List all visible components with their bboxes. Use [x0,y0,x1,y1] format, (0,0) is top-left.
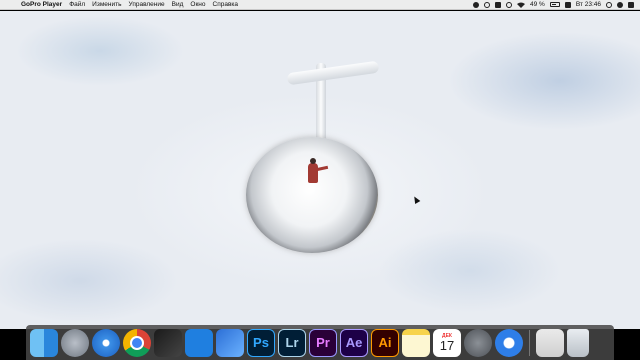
display-icon[interactable] [495,1,501,8]
menu-window[interactable]: Окно [190,1,205,8]
photoshop-icon[interactable]: Ps [247,328,275,357]
quik-desktop-icon[interactable] [216,328,244,357]
mouse-cursor-icon [411,194,421,205]
menu-edit[interactable]: Изменить [92,1,121,8]
battery-icon[interactable] [549,2,560,7]
cross-beam [286,60,380,86]
compass-icon[interactable] [92,328,120,357]
status-tray: 49 % Вт 23:46 [473,1,640,8]
trash-icon[interactable] [567,328,589,357]
bluetooth-icon[interactable] [506,1,512,8]
quik-icon[interactable] [185,328,213,357]
rocket-icon[interactable] [61,328,89,357]
battery-percent: 49 % [530,1,545,8]
calendar-icon[interactable]: ДЕК 17 [433,328,461,357]
video-canvas[interactable] [0,11,640,329]
menu-playback[interactable]: Управление [129,1,165,8]
notes-icon[interactable] [402,328,430,357]
input-source-icon[interactable] [564,1,571,8]
menu-help[interactable]: Справка [213,1,239,8]
quik-player-icon[interactable] [495,328,523,357]
chrome-icon[interactable] [123,328,151,357]
calendar-day: 17 [439,337,455,353]
preview-icon[interactable] [536,328,564,357]
wifi-icon[interactable] [517,2,525,8]
after-effects-icon[interactable]: Ae [340,328,368,357]
dock-separator [529,329,530,356]
person-figure [308,158,318,183]
user-icon[interactable] [617,1,623,8]
illustrator-icon[interactable]: Ai [371,328,399,357]
finder-icon[interactable] [30,328,58,357]
dock: Ps Lr Pr Ae Ai ДЕК 17 [26,325,614,360]
clapper-icon[interactable] [154,328,182,357]
app-menu[interactable]: GoPro Player [21,1,62,8]
menu-bar: GoPro Player Файл Изменить Управление Ви… [0,0,640,10]
sync-icon[interactable] [484,1,490,8]
gear-icon[interactable] [464,328,492,357]
menu-file[interactable]: Файл [69,1,85,8]
spotlight-icon[interactable] [606,1,612,8]
record-icon[interactable] [473,1,479,8]
lightroom-icon[interactable]: Lr [278,328,306,357]
menu-view[interactable]: Вид [172,1,184,8]
clock[interactable]: Вт 23:46 [576,1,601,8]
tiny-planet [246,137,378,253]
premiere-icon[interactable]: Pr [309,328,337,357]
notification-center-icon[interactable] [628,1,634,8]
